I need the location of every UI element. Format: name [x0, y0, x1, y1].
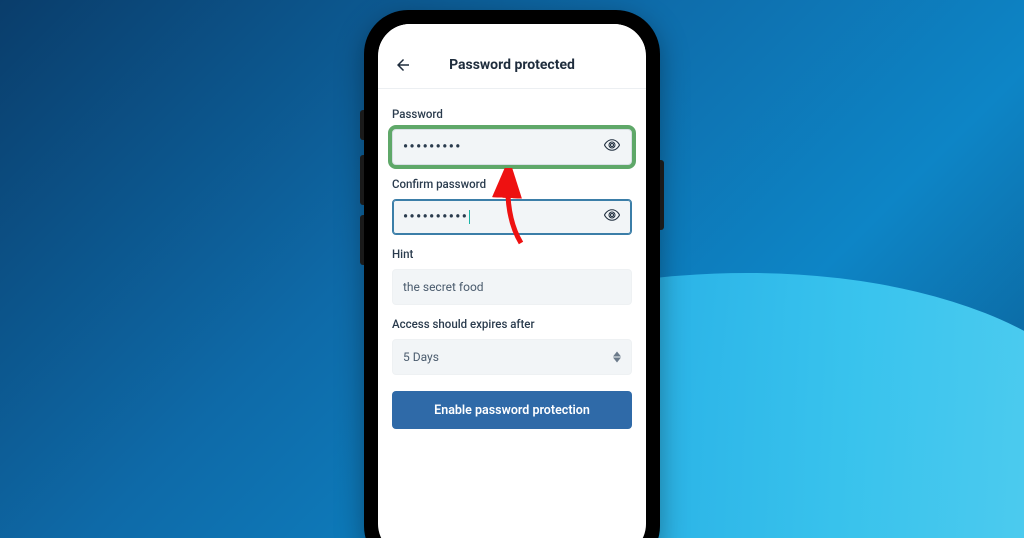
text-cursor: [469, 210, 470, 224]
toggle-password-visibility[interactable]: [603, 136, 621, 158]
password-field[interactable]: •••••••••: [392, 129, 632, 165]
page-title: Password protected: [392, 57, 632, 73]
phone-side-button: [360, 215, 364, 265]
phone-screen: Password protected Password •••••••••: [378, 24, 646, 538]
password-label: Password: [392, 107, 632, 121]
cta-label: Enable password protection: [434, 403, 590, 418]
password-value: •••••••••: [403, 139, 462, 155]
notch-area: [378, 24, 646, 48]
confirm-password-field[interactable]: ••••••••••: [392, 199, 632, 235]
enable-protection-button[interactable]: Enable password protection: [392, 391, 632, 429]
phone-frame: Password protected Password •••••••••: [364, 10, 660, 538]
stepper-icon: [613, 352, 621, 363]
hint-field[interactable]: the secret food: [392, 269, 632, 305]
eye-icon: [603, 136, 621, 154]
phone-side-button: [360, 110, 364, 140]
expiry-value: 5 Days: [403, 350, 439, 364]
form-content: Password ••••••••• Confirm password: [378, 89, 646, 443]
expiry-select[interactable]: 5 Days: [392, 339, 632, 375]
background: Password protected Password •••••••••: [0, 0, 1024, 538]
phone-side-button: [360, 155, 364, 205]
confirm-password-label: Confirm password: [392, 177, 632, 191]
expiry-label: Access should expires after: [392, 317, 632, 331]
toggle-confirm-visibility[interactable]: [603, 206, 621, 228]
chevron-up-icon: [613, 352, 621, 357]
eye-icon: [603, 206, 621, 224]
hint-label: Hint: [392, 247, 632, 261]
hint-value: the secret food: [403, 280, 484, 294]
phone-side-button: [660, 160, 664, 230]
chevron-down-icon: [613, 358, 621, 363]
confirm-password-value: ••••••••••: [403, 209, 468, 225]
screen-header: Password protected: [378, 48, 646, 89]
